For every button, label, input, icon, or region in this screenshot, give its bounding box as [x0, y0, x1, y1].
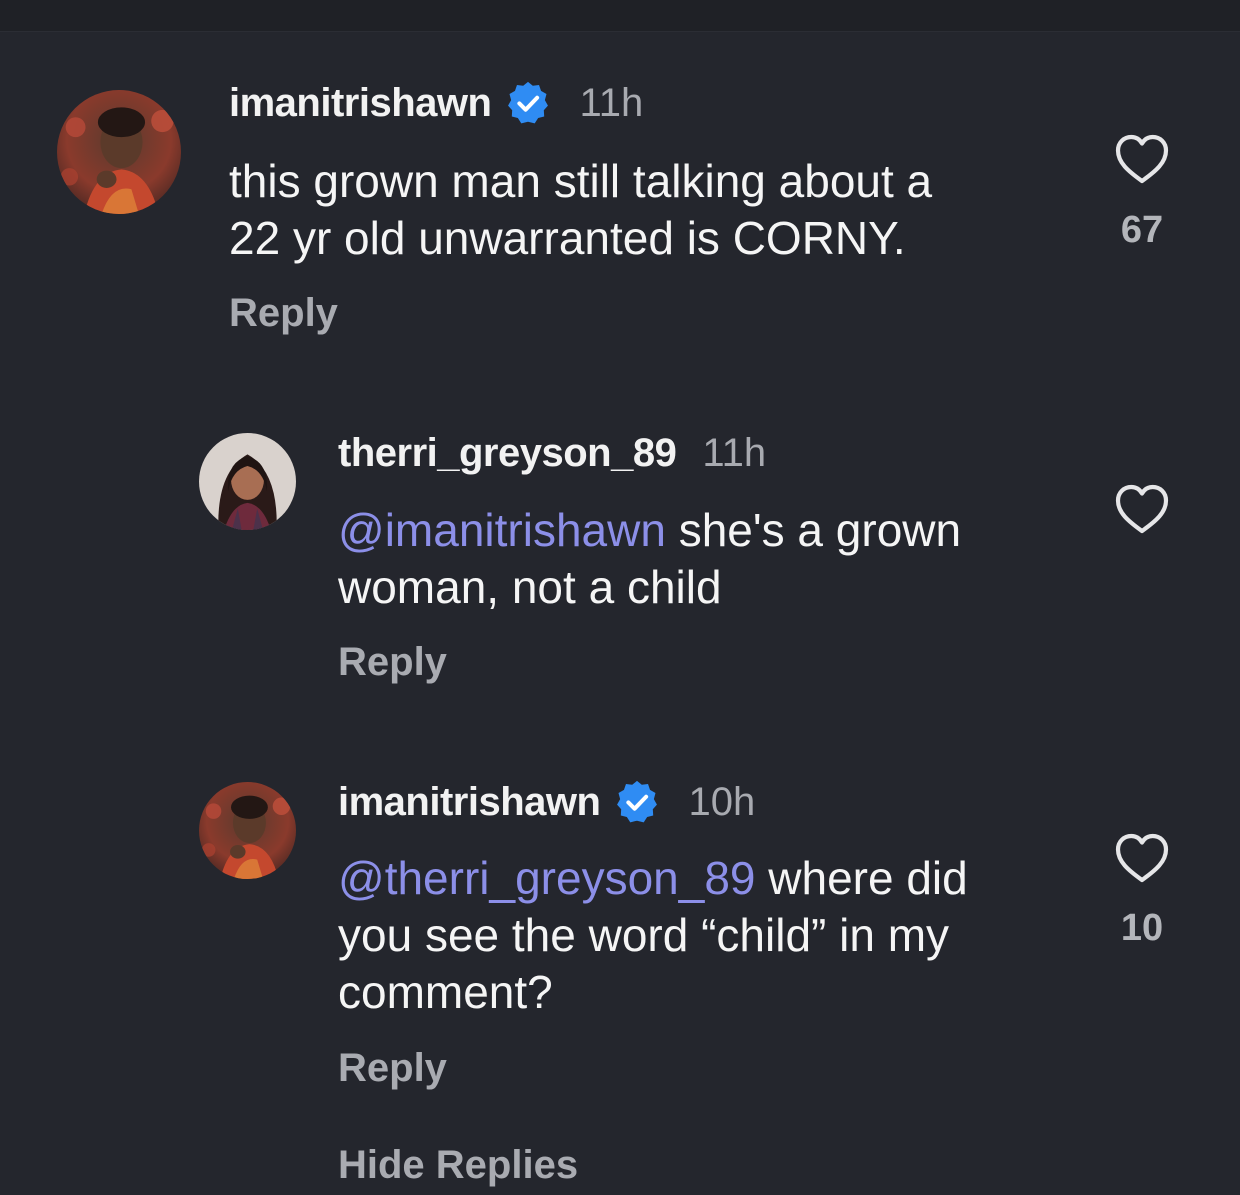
- timestamp: 11h: [702, 431, 767, 475]
- comment-line: woman, not a child: [338, 561, 722, 613]
- comment-header: therri_greyson_89 11h: [338, 431, 766, 476]
- avatar[interactable]: [199, 433, 296, 530]
- comment-line: you see the word “child” in my: [338, 909, 950, 961]
- comment-header: imanitrishawn 10h: [338, 779, 755, 825]
- top-bar: [0, 0, 1240, 32]
- comment-line: this grown man still talking about a: [229, 155, 933, 207]
- hide-replies-button[interactable]: Hide Replies: [338, 1143, 578, 1188]
- verified-badge-icon: [505, 80, 551, 126]
- heart-outline-icon[interactable]: [1114, 133, 1170, 185]
- like-count[interactable]: 67: [1102, 209, 1182, 252]
- mention-link[interactable]: @therri_greyson_89: [338, 852, 755, 904]
- avatar[interactable]: [57, 90, 181, 214]
- username[interactable]: imanitrishawn: [338, 780, 601, 825]
- timestamp: 10h: [688, 779, 756, 824]
- comments-screen: imanitrishawn 11h this grown man still t…: [0, 0, 1240, 1195]
- heart-outline-icon[interactable]: [1114, 483, 1170, 535]
- comment-text: this grown man still talking about a 22 …: [229, 153, 932, 267]
- verified-badge-icon: [614, 779, 660, 825]
- heart-outline-icon[interactable]: [1114, 832, 1170, 884]
- avatar[interactable]: [199, 782, 296, 879]
- like-count[interactable]: 10: [1102, 907, 1182, 950]
- comment-text: @imanitrishawn she's a grown woman, not …: [338, 502, 961, 616]
- reply-button[interactable]: Reply: [338, 1046, 447, 1091]
- comment-text-segment: she's a grown: [665, 504, 962, 556]
- username[interactable]: therri_greyson_89: [338, 431, 677, 476]
- reply-button[interactable]: Reply: [338, 640, 447, 685]
- comment-text: @therri_greyson_89 where did you see the…: [338, 850, 968, 1021]
- comment-line: 22 yr old unwarranted is CORNY.: [229, 212, 906, 264]
- comment-header: imanitrishawn 11h: [229, 80, 643, 126]
- comment-line: comment?: [338, 966, 553, 1018]
- mention-link[interactable]: @imanitrishawn: [338, 504, 666, 556]
- comment-text-segment: where did: [755, 852, 968, 904]
- reply-button[interactable]: Reply: [229, 291, 338, 336]
- username[interactable]: imanitrishawn: [229, 81, 492, 126]
- timestamp: 11h: [579, 80, 644, 125]
